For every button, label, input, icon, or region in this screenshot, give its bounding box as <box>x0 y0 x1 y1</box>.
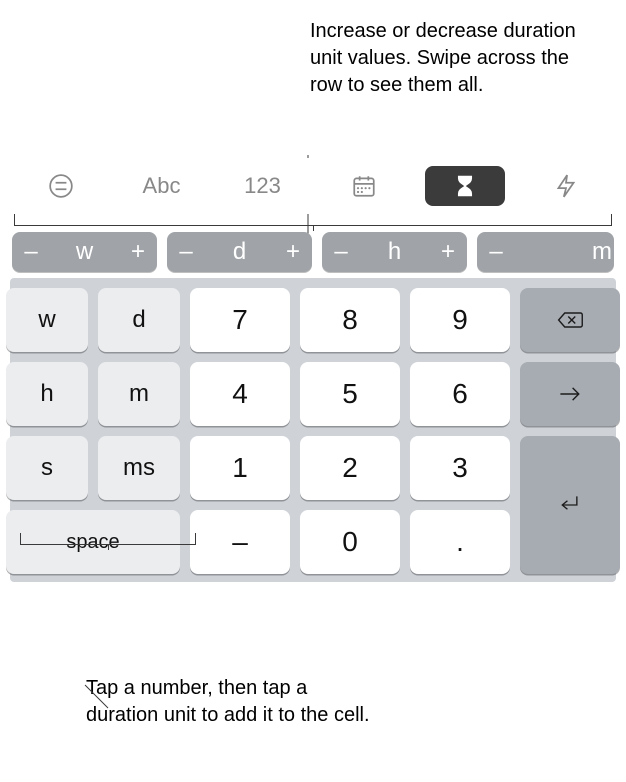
mode-number[interactable]: 123 <box>223 166 303 206</box>
digit-key-4[interactable]: 4 <box>190 362 290 426</box>
plus-icon[interactable]: + <box>439 238 457 266</box>
callout-duration-row: Increase or decrease duration unit value… <box>310 18 600 99</box>
duration-chip-h[interactable]: – h + <box>322 232 467 272</box>
digit-key-7[interactable]: 7 <box>190 288 290 352</box>
decimal-key[interactable]: . <box>410 510 510 574</box>
unit-key-h[interactable]: h <box>6 362 88 426</box>
keyboard-mode-bar: Abc 123 <box>10 158 616 214</box>
duration-chip-label: d <box>231 238 249 266</box>
mode-quick[interactable] <box>526 166 606 206</box>
unit-keys-bracket <box>20 533 196 545</box>
digit-key-5[interactable]: 5 <box>300 362 400 426</box>
minus-icon[interactable]: – <box>177 238 195 266</box>
duration-chip-w[interactable]: – w + <box>12 232 157 272</box>
return-key[interactable] <box>520 436 620 574</box>
unit-key-w[interactable]: w <box>6 288 88 352</box>
minus-icon[interactable]: – <box>22 238 40 266</box>
mode-duration[interactable] <box>425 166 505 206</box>
duration-chip-d[interactable]: – d + <box>167 232 312 272</box>
digit-key-2[interactable]: 2 <box>300 436 400 500</box>
unit-key-ms[interactable]: ms <box>98 436 180 500</box>
digit-key-0[interactable]: 0 <box>300 510 400 574</box>
unit-key-d[interactable]: d <box>98 288 180 352</box>
minus-icon[interactable]: – <box>487 238 505 266</box>
digit-key-8[interactable]: 8 <box>300 288 400 352</box>
digit-key-3[interactable]: 3 <box>410 436 510 500</box>
unit-key-s[interactable]: s <box>6 436 88 500</box>
unit-key-m[interactable]: m <box>98 362 180 426</box>
plus-icon[interactable]: + <box>284 238 302 266</box>
keyboard-panel: Abc 123 – w + – d + – h + – m <box>0 158 626 582</box>
duration-chip-label: w <box>76 238 94 266</box>
digit-key-6[interactable]: 6 <box>410 362 510 426</box>
callout-unit-keys: Tap a number, then tap a duration unit t… <box>86 675 376 729</box>
duration-increment-row: – w + – d + – h + – m <box>10 232 616 278</box>
mode-date[interactable] <box>324 166 404 206</box>
digit-key-1[interactable]: 1 <box>190 436 290 500</box>
minus-key[interactable]: – <box>190 510 290 574</box>
plus-icon[interactable]: + <box>129 238 147 266</box>
duration-chip-label: h <box>386 238 404 266</box>
mode-text[interactable]: Abc <box>122 166 202 206</box>
digit-key-9[interactable]: 9 <box>410 288 510 352</box>
delete-key[interactable] <box>520 288 620 352</box>
next-key[interactable] <box>520 362 620 426</box>
minus-icon[interactable]: – <box>332 238 350 266</box>
duration-chip-label: m <box>505 238 612 266</box>
duration-chip-m[interactable]: – m <box>477 232 614 272</box>
mode-formula[interactable] <box>21 166 101 206</box>
mode-bar-bracket <box>14 214 612 226</box>
